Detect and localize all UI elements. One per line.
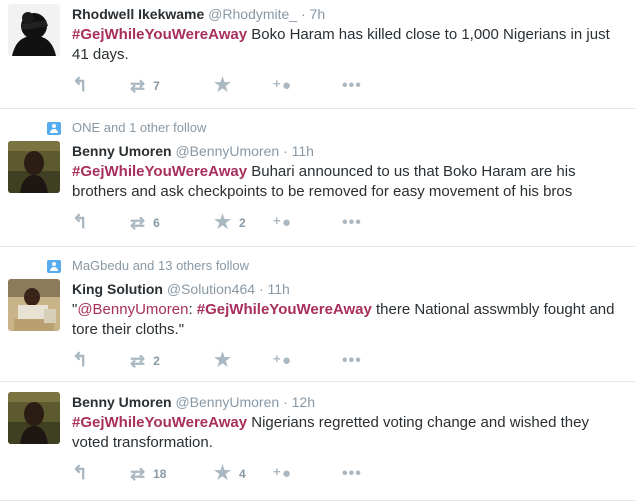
more-button[interactable]: ••• (342, 466, 372, 482)
follow-context: MaGbedu and 13 others follow (47, 257, 625, 275)
follow-context: ONE and 1 other follow (47, 119, 625, 137)
mention-link[interactable]: @BennyUmoren (77, 301, 188, 318)
tweet-header: Benny Umoren @BennyUmoren · 11h (72, 141, 625, 161)
follow-button[interactable]: ● (273, 464, 342, 482)
hashtag-link[interactable]: #GejWhileYouWereAway (197, 301, 372, 318)
tweet-actions: ↰ ⇄6 ★2 ● ••• (72, 212, 625, 234)
tweet-header: King Solution @Solution464 · 11h (72, 279, 625, 299)
favorite-button[interactable]: ★ (214, 75, 282, 96)
hashtag-link[interactable]: #GejWhileYouWereAway (72, 414, 247, 431)
follow-user-icon: ● (273, 464, 291, 482)
tweet-text: #GejWhileYouWereAway Buhari announced to… (72, 162, 625, 202)
reply-icon: ↰ (72, 75, 88, 96)
star-icon: ★ (214, 212, 232, 233)
separator-dot: · (283, 394, 288, 410)
follow-button[interactable]: ● (273, 76, 342, 94)
tweet[interactable]: MaGbedu and 13 others follow King Soluti… (0, 247, 635, 382)
retweet-button[interactable]: ⇄ 18 (130, 464, 214, 484)
timestamp[interactable]: 11h (292, 143, 314, 159)
mention-colon: : (188, 301, 197, 318)
favorite-button[interactable]: ★ (214, 350, 282, 371)
retweet-count: 2 (153, 354, 160, 368)
tweet-actions: ↰ ⇄7 ★ ● ••• (72, 75, 625, 97)
star-icon: ★ (214, 463, 232, 484)
more-button[interactable]: ••• (342, 78, 372, 94)
more-dots-icon: ••• (342, 465, 362, 482)
hashtag-link[interactable]: #GejWhileYouWereAway (72, 26, 247, 43)
person-icon (47, 122, 61, 135)
avatar[interactable] (8, 4, 60, 56)
hashtag-link[interactable]: #GejWhileYouWereAway (72, 163, 247, 180)
username[interactable]: @BennyUmoren (175, 143, 279, 159)
separator-dot: · (300, 6, 306, 22)
follow-user-icon: ● (273, 351, 291, 369)
separator-dot: · (258, 281, 264, 297)
follow-context-text[interactable]: ONE and 1 other follow (72, 120, 206, 135)
reply-icon: ↰ (72, 463, 88, 484)
fullname[interactable]: Benny Umoren (72, 394, 172, 410)
tweet-text: "@BennyUmoren: #GejWhileYouWereAway ther… (72, 300, 625, 340)
more-dots-icon: ••• (342, 77, 362, 94)
tweet-header: Rhodwell Ikekwame @Rhodymite_ · 7h (72, 4, 625, 24)
more-button[interactable]: ••• (342, 215, 372, 231)
retweet-icon: ⇄ (130, 213, 146, 233)
tweet-actions: ↰ ⇄2 ★ ● ••• (72, 350, 625, 372)
tweet-text: #GejWhileYouWereAway Boko Haram has kill… (72, 25, 625, 65)
timestamp[interactable]: 7h (310, 6, 326, 22)
tweet[interactable]: Rhodwell Ikekwame @Rhodymite_ · 7h #GejW… (0, 0, 635, 109)
retweet-icon: ⇄ (130, 76, 146, 96)
star-icon: ★ (214, 350, 232, 371)
tweet-header: Benny Umoren @BennyUmoren · 12h (72, 392, 625, 412)
more-dots-icon: ••• (342, 352, 362, 369)
retweet-icon: ⇄ (130, 351, 146, 371)
reply-button[interactable]: ↰ (72, 463, 130, 484)
follow-button[interactable]: ● (273, 351, 342, 369)
reply-button[interactable]: ↰ (72, 75, 130, 96)
username[interactable]: @Solution464 (167, 281, 255, 297)
follow-user-icon: ● (273, 213, 291, 231)
favorite-button[interactable]: ★ 4 (214, 463, 282, 484)
retweet-button[interactable]: ⇄ 2 (130, 351, 214, 371)
timestamp[interactable]: 12h (292, 394, 315, 410)
tweet-actions: ↰ ⇄18 ★4 ● ••• (72, 463, 625, 485)
username[interactable]: @BennyUmoren (175, 394, 279, 410)
favorite-count: 2 (239, 216, 246, 230)
follow-context-text[interactable]: MaGbedu and 13 others follow (72, 258, 249, 273)
tweet-text: #GejWhileYouWereAway Nigerians regretted… (72, 413, 625, 453)
retweet-icon: ⇄ (130, 464, 146, 484)
person-icon (47, 260, 61, 273)
follow-user-icon: ● (273, 76, 291, 94)
fullname[interactable]: King Solution (72, 281, 163, 297)
timeline: Rhodwell Ikekwame @Rhodymite_ · 7h #GejW… (0, 0, 635, 501)
retweet-count: 7 (153, 79, 160, 93)
favorite-count: 4 (239, 467, 246, 481)
star-icon: ★ (214, 75, 232, 96)
tweet[interactable]: Benny Umoren @BennyUmoren · 12h #GejWhil… (0, 382, 635, 501)
reply-button[interactable]: ↰ (72, 212, 130, 233)
tweet[interactable]: ONE and 1 other follow Benny Umoren @Ben… (0, 109, 635, 247)
more-dots-icon: ••• (342, 214, 362, 231)
timestamp[interactable]: 11h (268, 281, 290, 297)
avatar[interactable] (8, 141, 60, 193)
reply-button[interactable]: ↰ (72, 350, 130, 371)
avatar[interactable] (8, 279, 60, 331)
retweet-button[interactable]: ⇄ 7 (130, 76, 214, 96)
avatar[interactable] (8, 392, 60, 444)
separator-dot: · (283, 143, 288, 159)
retweet-count: 18 (153, 467, 167, 481)
reply-icon: ↰ (72, 212, 88, 233)
retweet-count: 6 (153, 216, 160, 230)
fullname[interactable]: Benny Umoren (72, 143, 172, 159)
username[interactable]: @Rhodymite_ (208, 6, 297, 22)
follow-button[interactable]: ● (273, 213, 342, 231)
retweet-button[interactable]: ⇄ 6 (130, 213, 214, 233)
favorite-button[interactable]: ★ 2 (214, 212, 282, 233)
more-button[interactable]: ••• (342, 353, 372, 369)
fullname[interactable]: Rhodwell Ikekwame (72, 6, 204, 22)
reply-icon: ↰ (72, 350, 88, 371)
